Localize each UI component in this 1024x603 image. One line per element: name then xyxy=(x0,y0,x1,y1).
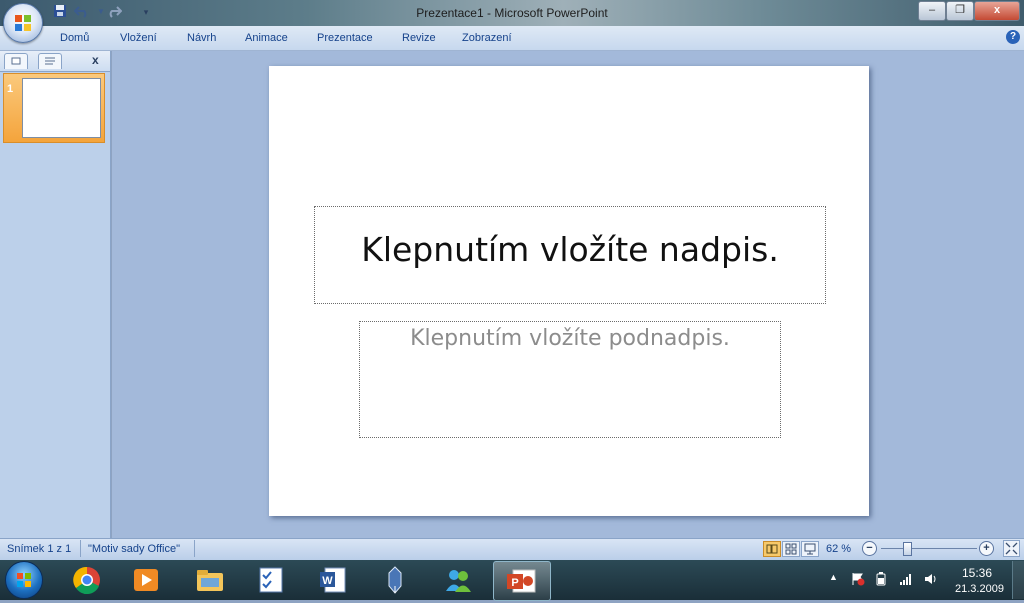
windows-logo-icon xyxy=(17,573,31,587)
slide-show-view-button[interactable] xyxy=(801,541,819,557)
powerpoint-icon: P xyxy=(507,569,536,593)
task-icon[interactable] xyxy=(254,564,288,596)
tray-expand-icon[interactable]: ▲ xyxy=(829,572,838,582)
zoom-slider-track[interactable] xyxy=(881,548,977,549)
zoom-level[interactable]: 62 % xyxy=(826,543,851,555)
help-icon[interactable]: ? xyxy=(1006,30,1020,44)
pen-icon[interactable] xyxy=(378,564,412,596)
clock-time[interactable]: 15:36 xyxy=(962,566,992,580)
tab-navrh[interactable]: Návrh xyxy=(187,32,216,44)
chrome-icon[interactable] xyxy=(70,564,104,596)
slide-counter: Snímek 1 z 1 xyxy=(7,543,72,555)
fit-to-window-icon[interactable] xyxy=(1003,540,1020,557)
slide-sorter-view-button[interactable] xyxy=(782,541,800,557)
clock-date[interactable]: 21.3.2009 xyxy=(955,583,1004,595)
slide-thumbnail[interactable] xyxy=(22,78,101,138)
tab-prezentace[interactable]: Prezentace xyxy=(317,32,373,44)
title-placeholder-text: Klepnutím vložíte nadpis. xyxy=(361,230,779,269)
network-signal-icon[interactable] xyxy=(899,572,913,586)
tab-slides[interactable] xyxy=(4,53,28,69)
tab-zobrazeni[interactable]: Zobrazení xyxy=(462,32,512,44)
power-icon[interactable] xyxy=(874,572,888,586)
zoom-in-button[interactable]: + xyxy=(979,541,994,556)
close-pane-button[interactable]: x xyxy=(92,53,99,67)
zoom-slider-thumb[interactable] xyxy=(903,542,912,556)
minimize-button[interactable]: – xyxy=(918,1,946,21)
status-divider xyxy=(80,540,81,557)
window-title: Prezentace1 - Microsoft PowerPoint xyxy=(416,6,608,20)
status-divider xyxy=(194,540,195,557)
powerpoint-taskbar-button[interactable]: P xyxy=(493,561,551,601)
subtitle-placeholder-text: Klepnutím vložíte podnadpis. xyxy=(410,326,730,351)
tab-domu[interactable]: Domů xyxy=(60,32,89,44)
svg-text:P: P xyxy=(511,577,518,589)
close-button[interactable]: x xyxy=(974,1,1020,21)
tab-vlozeni[interactable]: Vložení xyxy=(120,32,157,44)
office-button[interactable] xyxy=(3,3,43,43)
tab-outline[interactable] xyxy=(38,53,62,69)
zoom-out-button[interactable]: − xyxy=(862,541,877,556)
explorer-icon[interactable] xyxy=(193,564,227,596)
show-desktop-button[interactable] xyxy=(1012,561,1024,599)
office-logo-icon xyxy=(15,15,31,31)
svg-text:W: W xyxy=(322,575,333,587)
action-center-flag-icon[interactable] xyxy=(851,572,865,586)
maximize-button[interactable]: ❐ xyxy=(946,1,974,21)
tab-revize[interactable]: Revize xyxy=(402,32,436,44)
tab-animace[interactable]: Animace xyxy=(245,32,288,44)
media-player-icon[interactable] xyxy=(129,564,163,596)
start-button[interactable] xyxy=(5,561,43,599)
word-icon[interactable]: W xyxy=(316,564,350,596)
normal-view-button[interactable] xyxy=(763,541,781,557)
slide-thumbnail-number: 1 xyxy=(7,83,14,95)
theme-name[interactable]: "Motiv sady Office" xyxy=(88,543,180,555)
volume-icon[interactable] xyxy=(924,572,938,586)
messenger-icon[interactable] xyxy=(441,564,475,596)
